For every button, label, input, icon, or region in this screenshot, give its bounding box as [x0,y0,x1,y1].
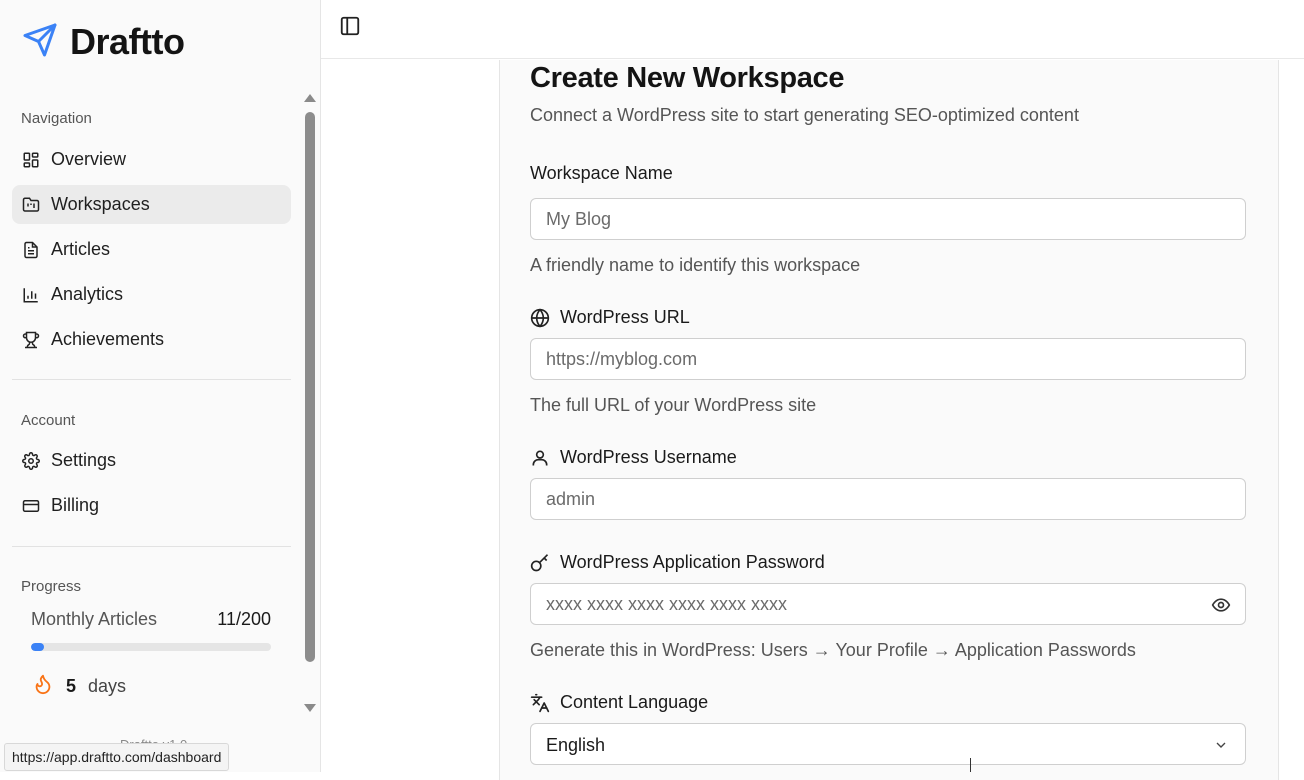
top-bar [321,0,1304,59]
scroll-up-arrow-icon[interactable] [304,94,316,102]
monthly-articles-label: Monthly Articles [31,609,158,629]
eye-icon[interactable] [1211,595,1231,615]
workspace-name-label: Workspace Name [530,163,673,184]
translate-icon [530,693,550,713]
monthly-articles-value: 11/200 [217,609,271,629]
status-bar-url: https://app.draftto.com/dashboard [4,743,230,771]
layout-dashboard-icon [22,151,40,169]
key-icon [530,553,550,573]
page-title: Create New Workspace [530,62,845,94]
content-language-value: English [546,735,606,755]
chevron-down-icon [1213,737,1229,753]
sidebar-divider [12,546,291,547]
streak-indicator: 5 days [32,672,126,701]
credit-card-icon [22,497,40,515]
sidebar-item-billing[interactable]: Billing [12,486,291,525]
sidebar-item-workspaces[interactable]: Workspaces [12,185,291,224]
workspace-name-help: A friendly name to identify this workspa… [530,255,861,275]
sidebar-item-label: Overview [51,149,127,169]
wordpress-username-field[interactable] [530,478,1246,520]
sidebar-item-label: Workspaces [51,194,150,214]
wordpress-username-input[interactable] [531,479,1201,519]
trophy-icon [22,331,40,349]
sidebar-item-label: Articles [51,239,111,259]
sidebar-item-analytics[interactable]: Analytics [12,275,291,314]
wordpress-url-field[interactable] [530,338,1246,380]
wordpress-url-label: WordPress URL [530,307,690,328]
progress-fill [31,643,45,651]
paper-plane-icon [22,22,58,63]
wordpress-username-label: WordPress Username [530,447,737,468]
sidebar: Draftto Navigation Overview Workspaces A… [0,0,321,772]
bar-chart-icon [22,286,40,304]
wordpress-username-label-text: WordPress Username [560,447,737,467]
streak-unit: days [88,676,127,696]
file-text-icon [22,241,40,259]
progress-section-label: Progress [21,578,82,595]
sidebar-item-label: Settings [51,450,117,470]
sidebar-item-overview[interactable]: Overview [12,140,291,179]
wordpress-url-help: The full URL of your WordPress site [530,395,817,415]
content-language-label-text: Content Language [560,692,709,712]
wordpress-url-label-text: WordPress URL [560,307,690,327]
sidebar-toggle-icon[interactable] [339,15,361,37]
sidebar-divider [12,379,291,380]
sidebar-item-label: Achievements [51,329,165,349]
user-icon [530,448,550,468]
sidebar-scrollbar[interactable] [302,92,318,716]
scroll-down-arrow-icon[interactable] [304,704,316,712]
nav-section-label: Navigation [21,110,92,127]
content-language-label: Content Language [530,692,708,713]
sidebar-item-label: Billing [51,495,100,515]
page-subtitle: Connect a WordPress site to start genera… [530,105,1079,125]
logo[interactable]: Draftto [22,21,185,63]
globe-icon [530,307,550,328]
streak-count: 5 [66,676,77,696]
account-section-label: Account [21,412,76,429]
wordpress-url-input[interactable] [531,339,1201,379]
monthly-articles-row: Monthly Articles 11/200 [31,609,271,630]
wordpress-password-input[interactable] [531,584,1201,624]
content-language-select[interactable]: English [530,723,1246,765]
workspace-name-label-text: Workspace Name [530,163,673,183]
wordpress-password-label: WordPress Application Password [530,552,825,573]
wordpress-password-label-text: WordPress Application Password [560,552,825,572]
sidebar-item-achievements[interactable]: Achievements [12,320,291,359]
workspace-name-field[interactable] [530,198,1246,240]
wordpress-password-field[interactable] [530,583,1246,625]
sidebar-item-label: Analytics [51,284,124,304]
workspace-name-input[interactable] [531,199,1201,239]
wordpress-password-help: Generate this in WordPress: Users → Your… [530,640,1136,660]
sidebar-item-articles[interactable]: Articles [12,230,291,269]
scrollbar-thumb[interactable] [305,112,315,662]
monthly-articles-progress-bar [31,643,271,651]
flame-icon [32,672,54,701]
text-cursor [970,758,971,772]
brand-name: Draftto [70,21,185,62]
folder-kanban-icon [22,196,40,214]
sidebar-item-settings[interactable]: Settings [12,441,291,480]
gear-icon [22,451,40,470]
